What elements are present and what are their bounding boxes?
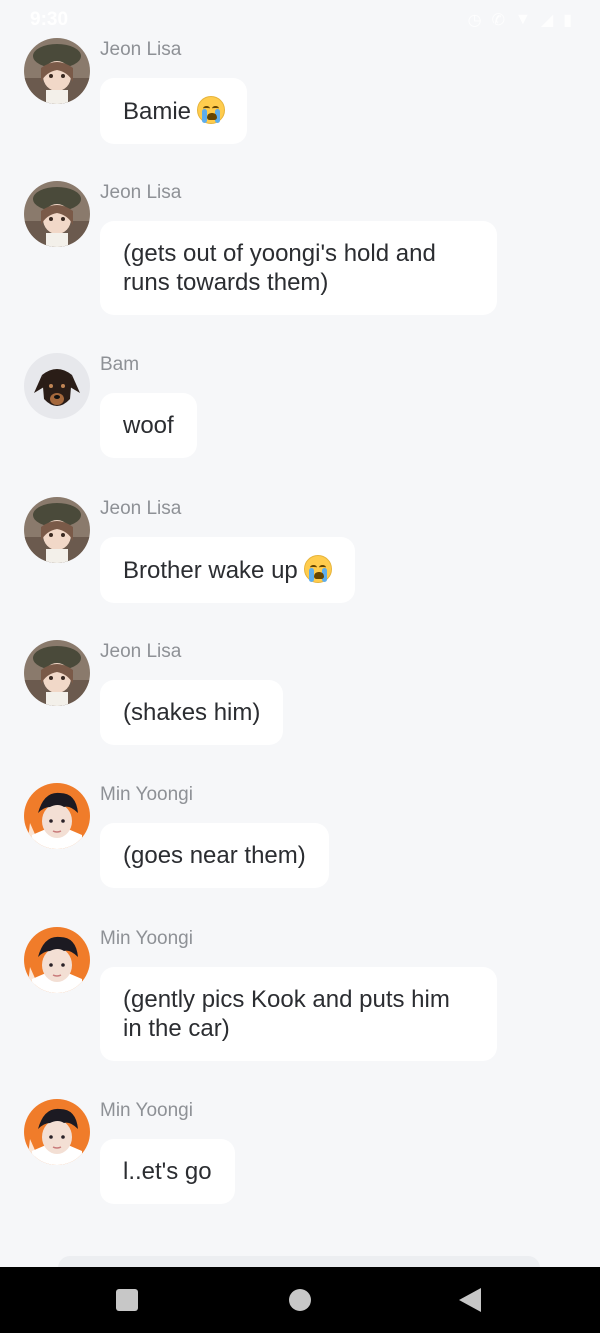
yoongi-avatar[interactable] — [24, 1099, 90, 1165]
message-bubble: Bamie — [100, 78, 248, 144]
message-text: (goes near them) — [123, 842, 306, 869]
message-bubble: (shakes him) — [100, 680, 284, 745]
back-icon[interactable] — [459, 1288, 481, 1312]
sender-name: Jeon Lisa — [100, 182, 182, 203]
message-text-line: (gently pics Kook and puts him — [123, 986, 450, 1013]
message-bubble: Brother wake up — [100, 537, 355, 603]
lisa-avatar[interactable] — [24, 38, 90, 104]
message-bubble: (gets out of yoongi's hold and runs towa… — [100, 221, 497, 315]
yoongi-avatar[interactable] — [24, 927, 90, 993]
status-icons: ◷ ✆ ▼ ◢ ▮ — [468, 10, 572, 30]
message-bubble: (goes near them) — [100, 823, 329, 888]
message-text: Bamie — [123, 98, 192, 125]
crying-face-icon — [303, 555, 332, 583]
message-text-line: in the car) — [123, 1015, 230, 1042]
signal-icon: ◢ — [540, 12, 554, 29]
wifi-icon: ▼ — [515, 11, 531, 28]
call-icon: ✆ — [491, 12, 506, 29]
message-text: woof — [123, 412, 174, 439]
navigation-bar — [0, 1267, 600, 1333]
sender-name: Min Yoongi — [100, 784, 193, 805]
lisa-avatar[interactable] — [24, 181, 90, 247]
battery-icon: ▮ — [563, 12, 572, 29]
status-bar: 9:30 ◷ ✆ ▼ ◢ ▮ — [0, 0, 600, 40]
status-time: 9:30 — [30, 9, 69, 30]
message-text-line: (gets out of yoongi's hold and — [123, 240, 436, 267]
sender-name: Jeon Lisa — [100, 498, 182, 519]
sender-name: Min Yoongi — [100, 928, 193, 949]
lisa-avatar[interactable] — [24, 640, 90, 706]
sender-name: Min Yoongi — [100, 1100, 193, 1121]
message-text: l..et's go — [123, 1158, 212, 1185]
lisa-avatar[interactable] — [24, 497, 90, 563]
message-text-line: runs towards them) — [123, 269, 329, 296]
message-text: (shakes him) — [123, 699, 261, 726]
crying-face-icon — [197, 96, 226, 124]
message-text: Brother wake up — [123, 557, 298, 584]
home-icon[interactable] — [289, 1289, 311, 1311]
message-bubble: woof — [100, 393, 197, 458]
dog-avatar[interactable] — [24, 353, 90, 419]
alarm-icon: ◷ — [467, 12, 482, 29]
message-bubble: (gently pics Kook and puts him in the ca… — [100, 967, 497, 1061]
sender-name: Jeon Lisa — [100, 39, 182, 60]
message-bubble: l..et's go — [100, 1139, 235, 1204]
sender-name: Bam — [100, 354, 140, 375]
sender-name: Jeon Lisa — [100, 641, 182, 662]
yoongi-avatar[interactable] — [24, 783, 90, 849]
recent-apps-icon[interactable] — [116, 1289, 138, 1311]
